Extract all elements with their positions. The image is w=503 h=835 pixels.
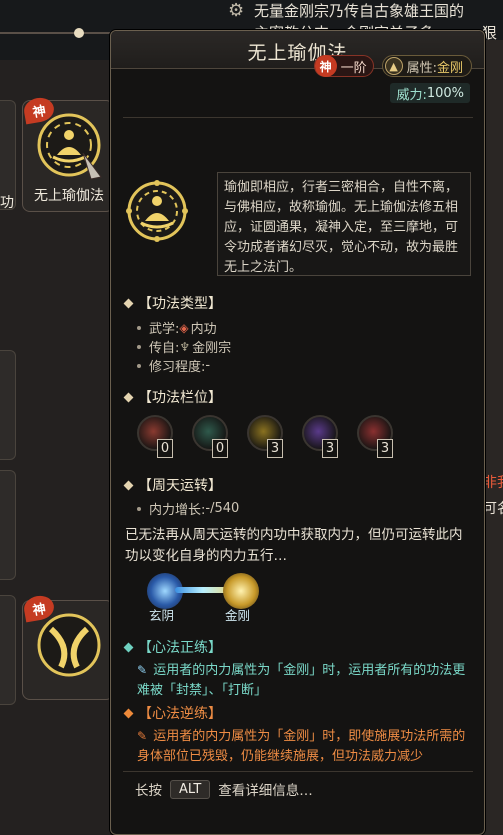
gear-icon: ⚙ [228,0,245,21]
skill-slot-edge[interactable] [0,595,16,705]
from-element-label: 玄阴 [149,608,175,623]
inner-growth-value: -/540 [205,501,240,516]
skill-tooltip-panel: 无上瑜伽法 神 一阶 ▲ 属性: 金刚 威力: 100% 瑜伽即相应，行者三密相… [110,30,485,835]
skill-description: 瑜伽即相应，行者三密相合，自性不离，与佛相应，故称瑜伽。无上瑜伽法修五相应，证圆… [217,172,471,276]
positive-practice-text: ✎ 运用者的内力属性为「金刚」时，运用者所有的功法更难被「封禁」、「打断」 [137,660,469,701]
inner-growth-line: 内力增长: -/540 [137,499,239,518]
bullet-icon [137,344,141,349]
reverse-practice-desc: 运用者的内力属性为「金刚」时，即使施展功法所需的身体部位已残毁，仍能继续施展，但… [137,729,466,764]
slot-count: 3 [322,439,338,458]
yoga-emblem-icon [126,180,188,242]
power-value: 100% [426,85,464,101]
practice-label: 修习程度: [149,360,206,375]
divine-rank-icon: 神 [314,55,337,77]
cycle-notice: 已无法再从周天运转的内功中获取内力，但仍可运转此内功以变化自身的内力五行… [125,527,463,564]
attribute-badge: ▲ 属性: 金刚 [381,55,472,77]
slot-icon[interactable]: 3 [357,415,393,458]
skill-slot-row: 0 0 3 3 3 [137,415,393,458]
right-partial-text: 非我 [483,475,503,491]
section-title-text: 【心法正练】 [138,640,222,656]
martial-value: 内功 [190,322,217,337]
bullet-icon [137,363,141,368]
detail-label: 查看详细信息… [218,783,313,799]
skill-slot-section-title: 【功法栏位】 [123,387,222,407]
slot-count: 0 [157,439,173,458]
positive-practice-title: 【心法正练】 [123,637,222,657]
bullet-icon [137,325,141,330]
vajra-attribute-icon: ▲ [384,57,403,75]
martial-label: 武学: [149,322,180,337]
origin-label: 传自: [149,341,180,356]
skill-slot-edge[interactable] [0,350,16,460]
divider [123,117,473,118]
diamond-bullet-icon [123,392,134,402]
vajra-element-icon [223,573,259,609]
skill-type-section-title: 【功法类型】 [123,293,222,313]
slot-icon[interactable]: 0 [137,415,173,458]
slot-icon[interactable]: 3 [247,415,283,458]
rank-attribute-row: 神 一阶 ▲ 属性: 金刚 [313,55,472,77]
diamond-bullet-icon [123,708,134,718]
practice-value: - [205,358,211,373]
scroll-icon: ✎ [137,663,148,677]
reverse-practice-text: ✎ 运用者的内力属性为「金刚」时，即使施展功法所需的身体部位已残毁，仍能继续施展… [137,726,469,767]
rank-label: 一阶 [340,60,367,76]
martial-type-line: 武学: ◈ 内功 [137,318,217,337]
inner-growth-label: 内力增长: [149,503,206,518]
section-title-text: 【心法逆练】 [138,706,222,722]
attribute-value: 金刚 [436,60,463,76]
section-title-text: 【功法栏位】 [138,390,222,406]
slot-count: 3 [267,439,283,458]
description-line: 无量金刚宗乃传自古象雄王国的 [254,2,465,20]
rank-badge: 神 一阶 [313,55,374,77]
to-element-label: 金刚 [225,608,251,623]
skill-card-partial-label: 功 [0,195,14,211]
section-title-text: 【功法类型】 [138,296,222,312]
origin-value: 金刚宗 [192,341,232,356]
skill-slot-edge[interactable] [0,470,16,580]
hold-label: 长按 [135,783,162,799]
bullet-icon [137,506,141,511]
internal-skill-icon: ◈ [179,320,189,335]
divider [123,771,473,772]
slider-knob[interactable] [74,28,84,38]
right-partial-text: 可名 [483,501,503,517]
slot-count: 0 [212,439,228,458]
diamond-bullet-icon [123,480,134,490]
sect-icon: ♆ [179,339,191,354]
origin-line: 传自: ♆ 金刚宗 [137,337,231,356]
diamond-bullet-icon [123,642,134,652]
cycle-section-title: 【周天运转】 [123,475,222,495]
practice-line: 修习程度: - [137,356,210,375]
footer-hint: 长按 ALT 查看详细信息… [135,779,313,799]
attribute-label: 属性: [406,60,437,76]
slot-count: 3 [377,439,393,458]
section-title-text: 【周天运转】 [138,478,222,494]
divider [0,32,120,34]
slot-icon[interactable]: 0 [192,415,228,458]
slot-icon[interactable]: 3 [302,415,338,458]
positive-practice-desc: 运用者的内力属性为「金刚」时，运用者所有的功法更难被「封禁」、「打断」 [137,663,466,698]
scroll-icon: ✎ [137,729,148,743]
element-conversion: 玄阴 金刚 [147,573,277,625]
diamond-bullet-icon [123,298,134,308]
alt-key: ALT [170,779,211,799]
power-indicator: 威力: 100% [390,83,470,103]
reverse-practice-title: 【心法逆练】 [123,703,222,723]
right-panel-edge [483,40,503,835]
power-label: 威力: [396,87,427,103]
skill-card-name: 无上瑜伽法 [34,188,104,204]
